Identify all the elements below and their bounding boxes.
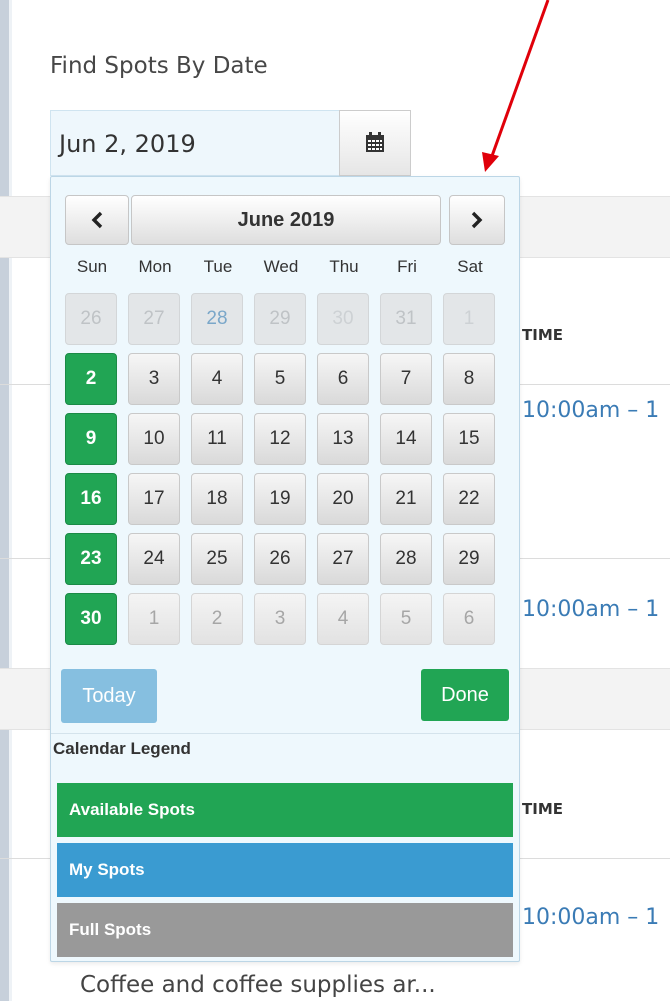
calendar-day[interactable]: 1 [128,593,180,645]
calendar-day[interactable]: 19 [254,473,306,525]
calendar-day[interactable]: 11 [191,413,243,465]
calendar-day[interactable]: 13 [317,413,369,465]
weekday-wed: Wed [263,257,299,276]
calendar-day[interactable]: 10 [128,413,180,465]
calendar-day[interactable]: 2 [191,593,243,645]
weekday-thu: Thu [329,257,359,276]
calendar-day-available[interactable]: 23 [65,533,117,585]
calendar-day-available[interactable]: 9 [65,413,117,465]
calendar-day[interactable]: 5 [254,353,306,405]
calendar-day[interactable]: 18 [191,473,243,525]
time-column-header: TIME [522,800,563,818]
calendar-day[interactable]: 26 [254,533,306,585]
calendar-day[interactable]: 27 [128,293,180,345]
calendar-day[interactable]: 30 [317,293,369,345]
chevron-right-icon [471,211,483,229]
weekday-sun: Sun [76,257,108,276]
weekday-sat: Sat [457,257,483,276]
calendar-day[interactable]: 14 [380,413,432,465]
calendar-popup: June 2019 Sun Mon Tue Wed Thu Fri Sat 26… [50,176,520,962]
calendar-day[interactable]: 27 [317,533,369,585]
calendar-day[interactable]: 25 [191,533,243,585]
legend-available-spots: Available Spots [57,783,513,837]
done-button[interactable]: Done [421,669,509,721]
calendar-day[interactable]: 22 [443,473,495,525]
calendar-day[interactable]: 6 [443,593,495,645]
month-label: June 2019 [237,208,335,231]
calendar-day[interactable]: 17 [128,473,180,525]
today-button[interactable]: Today [61,669,157,723]
weekday-fri: Fri [397,257,417,276]
calendar-day[interactable]: 26 [65,293,117,345]
calendar-day[interactable]: 29 [254,293,306,345]
calendar-day[interactable]: 20 [317,473,369,525]
event-time[interactable]: 10:00am – 1 [522,905,659,930]
event-time[interactable]: 10:00am – 1 [522,398,659,423]
calendar-day[interactable]: 28 [380,533,432,585]
prev-month-button[interactable] [65,195,129,245]
chevron-left-icon [91,211,103,229]
calendar-day-available[interactable]: 16 [65,473,117,525]
calendar-day[interactable]: 4 [191,353,243,405]
annotation-arrow [482,0,550,172]
event-time[interactable]: 10:00am – 1 [522,597,659,622]
calendar-day-available[interactable]: 2 [65,353,117,405]
next-month-button[interactable] [449,195,505,245]
calendar-day[interactable]: 24 [128,533,180,585]
calendar-day[interactable]: 5 [380,593,432,645]
calendar-day[interactable]: 3 [254,593,306,645]
calendar-day-available[interactable]: 30 [65,593,117,645]
calendar-day[interactable]: 15 [443,413,495,465]
calendar-day[interactable]: 31 [380,293,432,345]
weekday-tue: Tue [203,257,233,276]
calendar-day[interactable]: 3 [128,353,180,405]
calendar-day[interactable]: 21 [380,473,432,525]
calendar-day[interactable]: 8 [443,353,495,405]
calendar-day[interactable]: 7 [380,353,432,405]
month-year-title[interactable]: June 2019 [131,195,441,245]
calendar-day[interactable]: 29 [443,533,495,585]
legend-full-spots: Full Spots [57,903,513,957]
legend-my-spots: My Spots [57,843,513,897]
calendar-day[interactable]: 12 [254,413,306,465]
popup-divider [51,733,519,734]
legend-title: Calendar Legend [53,739,191,758]
calendar-day[interactable]: 1 [443,293,495,345]
time-column-header: TIME [522,326,563,344]
calendar-day[interactable]: 28 [191,293,243,345]
calendar-day[interactable]: 4 [317,593,369,645]
event-description: Coffee and coffee supplies ar... [80,972,436,998]
weekday-mon: Mon [138,257,172,276]
calendar-day[interactable]: 6 [317,353,369,405]
